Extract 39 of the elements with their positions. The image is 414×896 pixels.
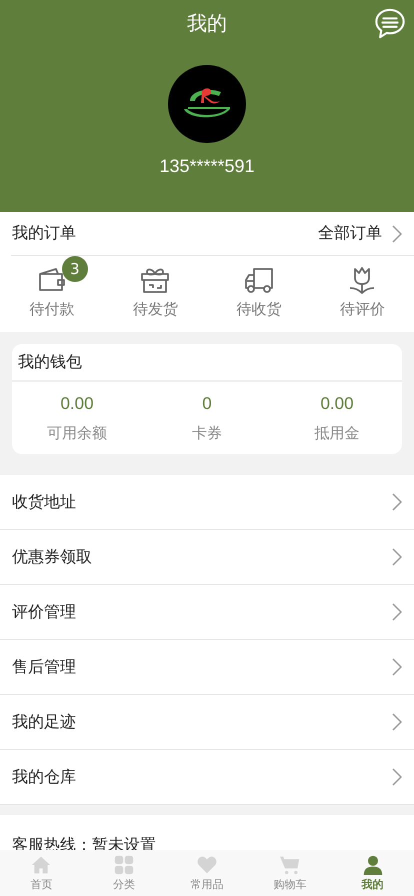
- balance-value: 0: [202, 394, 212, 414]
- heart-icon: [196, 854, 217, 874]
- tab-item[interactable]: 我的: [331, 850, 414, 896]
- tab-item[interactable]: 首页: [0, 850, 83, 896]
- person-icon: [362, 854, 383, 874]
- phone-number: 135*****591: [159, 156, 255, 177]
- page-title: 我的: [187, 10, 227, 36]
- order-status-button[interactable]: 待发货: [104, 256, 207, 332]
- section-title: 我的订单: [12, 223, 76, 244]
- balance-value: 0.00: [60, 394, 94, 414]
- all-orders-link[interactable]: 全部订单: [318, 223, 402, 244]
- menu-item[interactable]: 收货地址: [0, 475, 414, 530]
- balance-label: 可用余额: [47, 424, 107, 443]
- chevron-right-icon: [392, 603, 402, 621]
- balance-label: 抵用金: [314, 424, 360, 443]
- grid-icon: [114, 854, 134, 874]
- menu-item[interactable]: 售后管理: [0, 640, 414, 695]
- tab-item[interactable]: 购物车: [248, 850, 332, 896]
- chevron-right-icon: [392, 224, 402, 242]
- menu-item[interactable]: 评价管理: [0, 585, 414, 640]
- chevron-right-icon: [392, 713, 402, 731]
- order-status-button[interactable]: 3 待付款: [0, 256, 104, 332]
- chat-icon[interactable]: [374, 8, 406, 40]
- cart-icon: [280, 854, 300, 874]
- balance-label: 卡券: [192, 424, 222, 443]
- chevron-right-icon: [392, 658, 402, 676]
- balance-value: 0.00: [320, 394, 354, 414]
- home-icon: [31, 854, 52, 874]
- chevron-right-icon: [392, 548, 402, 566]
- order-status-button[interactable]: 待收货: [207, 256, 310, 332]
- chevron-right-icon: [392, 493, 402, 511]
- count-badge: 3: [62, 256, 88, 282]
- menu-item[interactable]: 优惠券领取: [0, 530, 414, 585]
- order-status-button[interactable]: 待评价: [310, 256, 414, 332]
- tab-item[interactable]: 常用品: [166, 850, 248, 896]
- section-title: 我的钱包: [12, 344, 402, 382]
- menu-item[interactable]: 我的足迹: [0, 695, 414, 750]
- tab-item[interactable]: 分类: [82, 850, 166, 896]
- chevron-right-icon: [392, 768, 402, 786]
